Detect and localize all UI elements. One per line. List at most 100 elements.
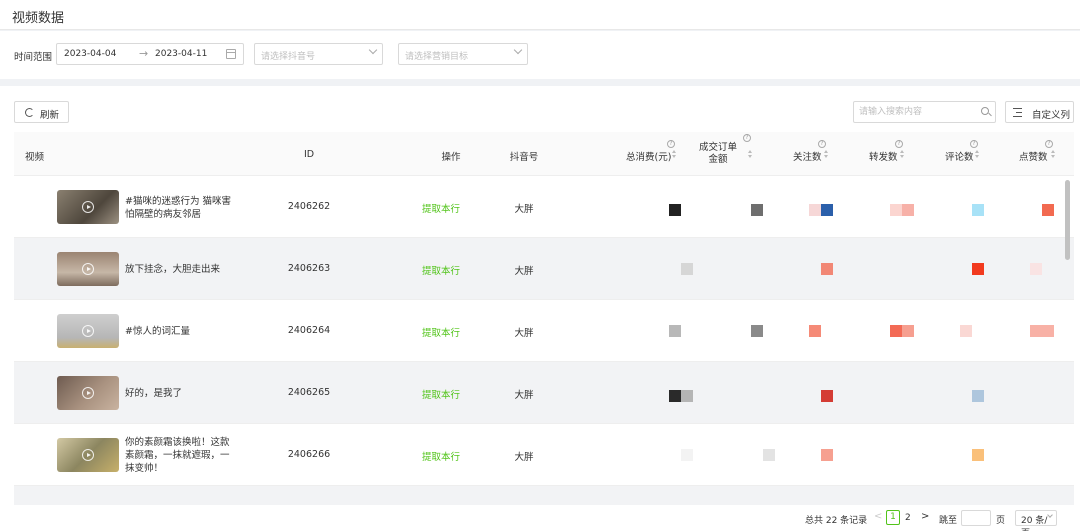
account-name: 大胖 [514, 266, 534, 277]
column-header-follows[interactable]: 关注数 [793, 149, 822, 163]
redacted-follows [821, 263, 833, 275]
video-thumbnail[interactable] [57, 190, 119, 224]
column-header-comments[interactable]: 评论数 [945, 149, 974, 163]
help-icon[interactable]: ? [1045, 140, 1053, 148]
redacted-comments [972, 390, 984, 402]
video-title: 放下挂念，大胆走出来 [125, 264, 221, 275]
table-row: 好的，是我了 2406265 提取本行 大胖 [14, 362, 1074, 424]
page-2-button[interactable]: 2 [905, 513, 911, 523]
main-panel: 刷新 自定义列 视频 ID 操作 抖音号 ? 总消费(元) ? 成交订单金额 ?… [0, 86, 1080, 531]
sort-icon[interactable] [824, 150, 829, 159]
account-name: 大胖 [514, 204, 534, 215]
sort-icon[interactable] [748, 150, 753, 159]
redacted-follows [821, 204, 833, 216]
table-scrollbar[interactable] [1065, 180, 1071, 480]
table-row: #惊人的词汇量 2406264 提取本行 大胖 [14, 300, 1074, 362]
time-range-label: 时间范围 [14, 52, 53, 63]
search-icon[interactable] [981, 107, 989, 115]
extract-row-link[interactable]: 提取本行 [422, 325, 460, 339]
video-title: #猫咪的迷惑行为 猫咪害怕隔壁的病友邻居 [125, 196, 231, 220]
column-header-action: 操作 [441, 152, 461, 163]
top-header: 视频数据 [0, 0, 1080, 30]
account-select[interactable]: 请选择抖音号 [254, 43, 383, 65]
redacted-total-cost [681, 449, 693, 461]
arrow-right-icon: → [139, 47, 149, 60]
play-icon [82, 449, 94, 461]
calendar-icon[interactable] [226, 49, 236, 59]
date-end[interactable]: 2023-04-11 [155, 49, 207, 59]
redacted-comments [972, 263, 984, 275]
redacted-likes [1030, 263, 1042, 275]
video-thumbnail[interactable] [57, 376, 119, 410]
video-id: 2406266 [287, 449, 331, 460]
help-icon[interactable]: ? [667, 140, 675, 148]
custom-columns-label: 自定义列 [1032, 110, 1071, 121]
search-input[interactable] [859, 105, 977, 119]
redacted-comments [972, 204, 984, 216]
sort-icon[interactable] [900, 150, 905, 159]
redacted-follows [821, 390, 833, 402]
target-select[interactable]: 请选择营销目标 [398, 43, 528, 65]
redacted-total-cost [669, 390, 681, 402]
table-row: #猫咪的迷惑行为 猫咪害怕隔壁的病友邻居 2406262 提取本行 大胖 [14, 176, 1074, 238]
video-title: 好的，是我了 [125, 388, 183, 399]
date-start[interactable]: 2023-04-04 [64, 49, 116, 59]
sort-icon[interactable] [1051, 150, 1056, 159]
redacted-total-cost [681, 263, 693, 275]
page-size-select[interactable]: 20 条/页 [1015, 510, 1057, 531]
custom-columns-button[interactable]: 自定义列 [1005, 101, 1074, 123]
goto-page-input[interactable] [961, 510, 991, 526]
column-header-video: 视频 [25, 152, 45, 163]
video-id: 2406262 [287, 201, 331, 212]
column-header-shares[interactable]: 转发数 [869, 149, 898, 163]
table-row: 放下挂念，大胆走出来 2406263 提取本行 大胖 [14, 238, 1074, 300]
help-icon[interactable]: ? [743, 134, 751, 142]
redacted-likes [1042, 204, 1054, 216]
chevron-down-icon [513, 45, 523, 55]
column-header-total-cost[interactable]: 总消费(元) [626, 149, 671, 163]
date-range-picker[interactable]: 2023-04-04 → 2023-04-11 [56, 43, 244, 65]
help-icon[interactable]: ? [970, 140, 978, 148]
redacted-comments [972, 449, 984, 461]
table-header: 视频 ID 操作 抖音号 ? 总消费(元) ? 成交订单金额 ? 关注数 ? 转… [14, 132, 1074, 176]
redacted-total-cost [669, 325, 681, 337]
video-thumbnail[interactable] [57, 314, 119, 348]
extract-row-link[interactable]: 提取本行 [422, 263, 460, 277]
scrollbar-thumb[interactable] [1065, 180, 1070, 260]
account-name: 大胖 [514, 452, 534, 463]
account-name: 大胖 [514, 390, 534, 401]
next-page-button[interactable]: > [921, 511, 929, 522]
extract-row-link[interactable]: 提取本行 [422, 387, 460, 401]
play-icon [82, 263, 94, 275]
column-header-order-amount[interactable]: 成交订单金额 [696, 142, 740, 166]
redacted-likes [1030, 325, 1042, 337]
video-thumbnail[interactable] [57, 438, 119, 472]
refresh-icon [25, 108, 34, 117]
sort-icon[interactable] [672, 150, 677, 159]
extract-row-link[interactable]: 提取本行 [422, 201, 460, 215]
column-settings-icon [1013, 108, 1022, 117]
page-title: 视频数据 [12, 11, 65, 26]
column-header-account: 抖音号 [509, 152, 539, 163]
extract-row-link[interactable]: 提取本行 [422, 449, 460, 463]
page-1-button[interactable]: 1 [886, 510, 900, 525]
goto-label: 跳至 [939, 516, 958, 526]
help-icon[interactable]: ? [895, 140, 903, 148]
redacted-comments [960, 325, 972, 337]
play-icon [82, 325, 94, 337]
redacted-shares [890, 325, 902, 337]
help-icon[interactable]: ? [818, 140, 826, 148]
search-box[interactable] [853, 101, 996, 123]
redacted-order-amount [751, 204, 763, 216]
sort-icon[interactable] [975, 150, 980, 159]
video-title: #惊人的词汇量 [125, 326, 190, 337]
prev-page-button[interactable]: < [874, 511, 882, 522]
redacted-shares [902, 325, 914, 337]
redacted-follows [809, 204, 821, 216]
chevron-down-icon [368, 45, 378, 55]
refresh-button[interactable]: 刷新 [14, 101, 69, 123]
redacted-order-amount [751, 325, 763, 337]
column-header-likes[interactable]: 点赞数 [1019, 149, 1048, 163]
goto-suffix: 页 [996, 516, 1006, 526]
video-thumbnail[interactable] [57, 252, 119, 286]
